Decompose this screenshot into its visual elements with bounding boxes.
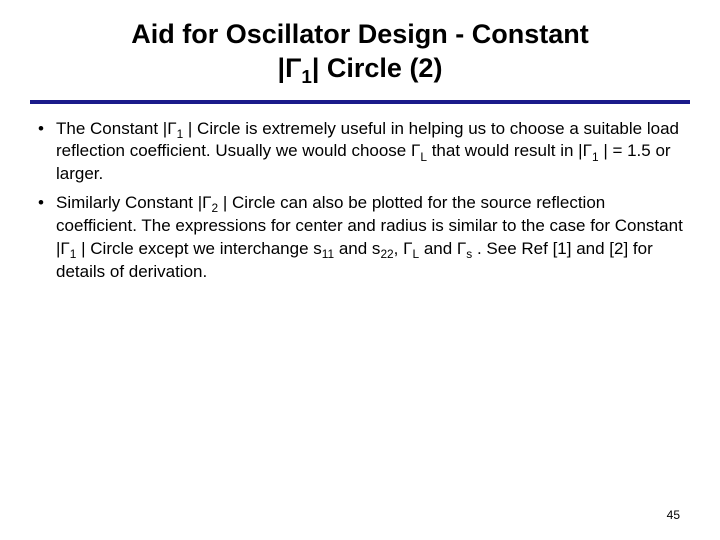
- subscript: 2: [212, 201, 219, 215]
- subscript: 1: [70, 247, 77, 261]
- subscript: 22: [380, 247, 393, 261]
- title-line-2: |Γ1| Circle (2): [278, 52, 443, 86]
- slide-title: Aid for Oscillator Design - Constant |Γ1…: [30, 18, 690, 96]
- list-item: Similarly Constant |Γ2 | Circle can also…: [36, 192, 684, 284]
- subscript: 1: [592, 150, 599, 164]
- title-line-1: Aid for Oscillator Design - Constant: [40, 18, 680, 52]
- subscript: 1: [177, 127, 184, 141]
- slide: Aid for Oscillator Design - Constant |Γ1…: [0, 0, 720, 540]
- title-underline: [30, 100, 690, 104]
- title-gamma: Γ: [285, 53, 301, 83]
- bullet-list: The Constant |Γ1 | Circle is extremely u…: [30, 118, 690, 285]
- subscript: 11: [322, 247, 334, 261]
- title-sub: 1: [301, 67, 312, 88]
- title-suffix: | Circle (2): [312, 53, 443, 83]
- subscript: L: [420, 150, 427, 164]
- subscript: L: [412, 247, 419, 261]
- subscript: s: [466, 247, 472, 261]
- title-bar-open: |: [278, 53, 286, 83]
- list-item: The Constant |Γ1 | Circle is extremely u…: [36, 118, 684, 187]
- page-number: 45: [667, 508, 680, 522]
